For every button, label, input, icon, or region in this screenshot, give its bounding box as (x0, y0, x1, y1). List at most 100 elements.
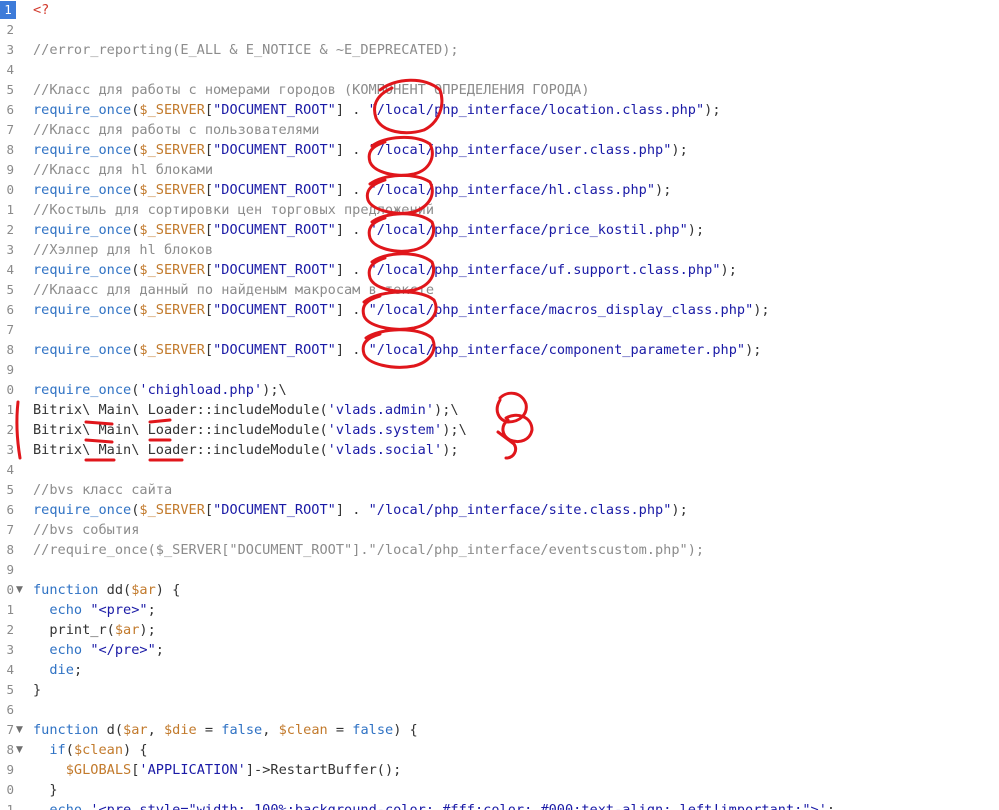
code-token: ); (753, 302, 770, 318)
code-line[interactable]: Bitrix\ Main\ Loader::includeModule('vla… (33, 420, 467, 440)
code-line[interactable]: } (33, 680, 41, 700)
line-number: 0 (6, 782, 14, 797)
code-line[interactable]: require_once('chighload.php');\ (33, 380, 287, 400)
code-token: 'vlads.admin' (327, 402, 435, 418)
code-line[interactable]: die; (33, 660, 82, 680)
code-line[interactable]: require_once($_SERVER["DOCUMENT_ROOT"] .… (33, 100, 721, 120)
code-token: $_SERVER (139, 302, 205, 318)
code-token: require_once (33, 502, 132, 518)
code-line[interactable]: if($clean) { (33, 740, 147, 760)
code-line[interactable]: } (33, 780, 58, 800)
code-token: "/local/php_interface/user.class.php" (368, 142, 672, 158)
code-line[interactable]: <? (33, 0, 49, 20)
code-token: [ (204, 262, 214, 278)
code-token: [ (204, 302, 214, 318)
code-token: //Класс для работы с номерами городов (К… (33, 82, 590, 98)
code-token: 'chighload.php' (139, 382, 263, 398)
code-token: //Клаасс для данный по найденым макросам… (33, 282, 435, 298)
annotation-circle-line-22 (501, 413, 534, 444)
code-line[interactable]: require_once($_SERVER["DOCUMENT_ROOT"] .… (33, 260, 737, 280)
code-line[interactable]: function dd($ar) { (33, 580, 180, 600)
code-token: d( (98, 722, 124, 738)
code-line[interactable]: Bitrix\ Main\ Loader::includeModule('vla… (33, 400, 459, 420)
code-line[interactable]: echo "<pre>"; (33, 600, 155, 620)
line-number: 8 (6, 742, 14, 757)
code-token: ] . (335, 342, 369, 358)
code-editor[interactable]: 1 2 3 4 5 6 7 8 9 0 1 2 3 4 5 6 7 8 9 0 1 2 3 4 5 6 7 8 9 0 ▼ 1 2 3 4 5 6 7 ▼ 8… (0, 0, 999, 810)
code-token: //Класс для hl блоками (33, 162, 214, 178)
code-token: ); (745, 342, 762, 358)
code-token: if (49, 742, 66, 758)
code-line[interactable]: //Класс для hl блоками (33, 160, 213, 180)
line-number: 5 (6, 682, 14, 697)
code-line[interactable]: require_once($_SERVER["DOCUMENT_ROOT"] .… (33, 220, 704, 240)
code-line[interactable]: require_once($_SERVER["DOCUMENT_ROOT"] .… (33, 180, 671, 200)
code-token: //Хэлпер для hl блоков (33, 242, 214, 258)
code-token: require_once (33, 382, 132, 398)
line-number: 9 (6, 162, 14, 177)
code-token: require_once (33, 222, 132, 238)
line-number: 9 (6, 762, 14, 777)
code-token: print_r( (33, 622, 115, 638)
line-number: 2 (6, 622, 14, 637)
code-line[interactable]: require_once($_SERVER["DOCUMENT_ROOT"] .… (33, 140, 688, 160)
code-line[interactable]: require_once($_SERVER["DOCUMENT_ROOT"] .… (33, 340, 761, 360)
code-line[interactable]: print_r($ar); (33, 620, 155, 640)
code-token: ); (442, 442, 459, 458)
code-line[interactable]: //bvs класс сайта (33, 480, 172, 500)
code-line[interactable]: //Класс для работы с пользователями (33, 120, 319, 140)
code-token: "DOCUMENT_ROOT" (213, 142, 336, 158)
code-line[interactable]: //bvs события (33, 520, 139, 540)
fold-toggle-icon[interactable]: ▼ (16, 721, 26, 739)
code-token: $die (163, 722, 197, 738)
code-line[interactable]: $GLOBALS['APPLICATION']->RestartBuffer()… (33, 760, 402, 780)
code-token: 'vlads.social' (327, 442, 443, 458)
code-token: ] . (335, 102, 369, 118)
code-token: } (33, 782, 58, 798)
code-token: ); (687, 222, 705, 238)
code-token: "DOCUMENT_ROOT" (213, 102, 336, 118)
line-number: 0 (6, 182, 14, 197)
line-number: 9 (6, 362, 14, 377)
code-token: $clean (278, 722, 328, 738)
fold-toggle-icon[interactable]: ▼ (16, 741, 26, 759)
code-token: ; (73, 662, 83, 678)
code-token: "DOCUMENT_ROOT" (213, 262, 336, 278)
code-line[interactable]: //Класс для работы с номерами городов (К… (33, 80, 590, 100)
line-number: 3 (6, 442, 14, 457)
code-line[interactable]: require_once($_SERVER["DOCUMENT_ROOT"] .… (33, 300, 770, 320)
line-number: 7 (6, 322, 14, 337)
code-token: //Класс для работы с пользователями (33, 122, 320, 138)
fold-toggle-icon[interactable]: ▼ (16, 581, 26, 599)
line-number: 6 (6, 502, 14, 517)
code-line[interactable]: echo "</pre>"; (33, 640, 164, 660)
code-token: "/local/php_interface/macros_display_cla… (368, 302, 754, 318)
code-line[interactable]: //Клаасс для данный по найденым макросам… (33, 280, 434, 300)
code-line[interactable]: //error_reporting(E_ALL & E_NOTICE & ~E_… (33, 40, 459, 60)
code-token: "DOCUMENT_ROOT" (213, 182, 336, 198)
code-token: $clean (73, 742, 124, 758)
code-token: [ (204, 102, 214, 118)
code-line[interactable]: echo '<pre style="width: 100%;background… (33, 800, 835, 810)
code-token: require_once (33, 342, 132, 358)
code-token: "</pre>" (90, 642, 156, 658)
code-line[interactable]: //require_once($_SERVER["DOCUMENT_ROOT"]… (33, 540, 704, 560)
code-line[interactable]: Bitrix\ Main\ Loader::includeModule('vla… (33, 440, 459, 460)
code-line[interactable]: function d($ar, $die = false, $clean = f… (33, 720, 418, 740)
code-token: $_SERVER (139, 182, 205, 198)
code-line[interactable]: //Хэлпер для hl блоков (33, 240, 213, 260)
code-token: );\ (434, 402, 459, 418)
line-number-gutter: 1 2 3 4 5 6 7 8 9 0 1 2 3 4 5 6 7 8 9 0 1 2 3 4 5 6 7 8 9 0 ▼ 1 2 3 4 5 6 7 ▼ 8… (0, 0, 23, 810)
code-token: , (262, 722, 279, 738)
code-token: dd( (98, 582, 132, 598)
code-line[interactable]: //Костыль для сортировки цен торговых пр… (33, 200, 434, 220)
code-token: "/local/php_interface/uf.support.class.p… (368, 262, 721, 278)
line-number: 3 (6, 242, 14, 257)
code-token: ); (671, 142, 688, 158)
code-line[interactable]: require_once($_SERVER["DOCUMENT_ROOT"] .… (33, 500, 688, 520)
line-number: 8 (6, 542, 14, 557)
code-token: require_once (33, 182, 132, 198)
